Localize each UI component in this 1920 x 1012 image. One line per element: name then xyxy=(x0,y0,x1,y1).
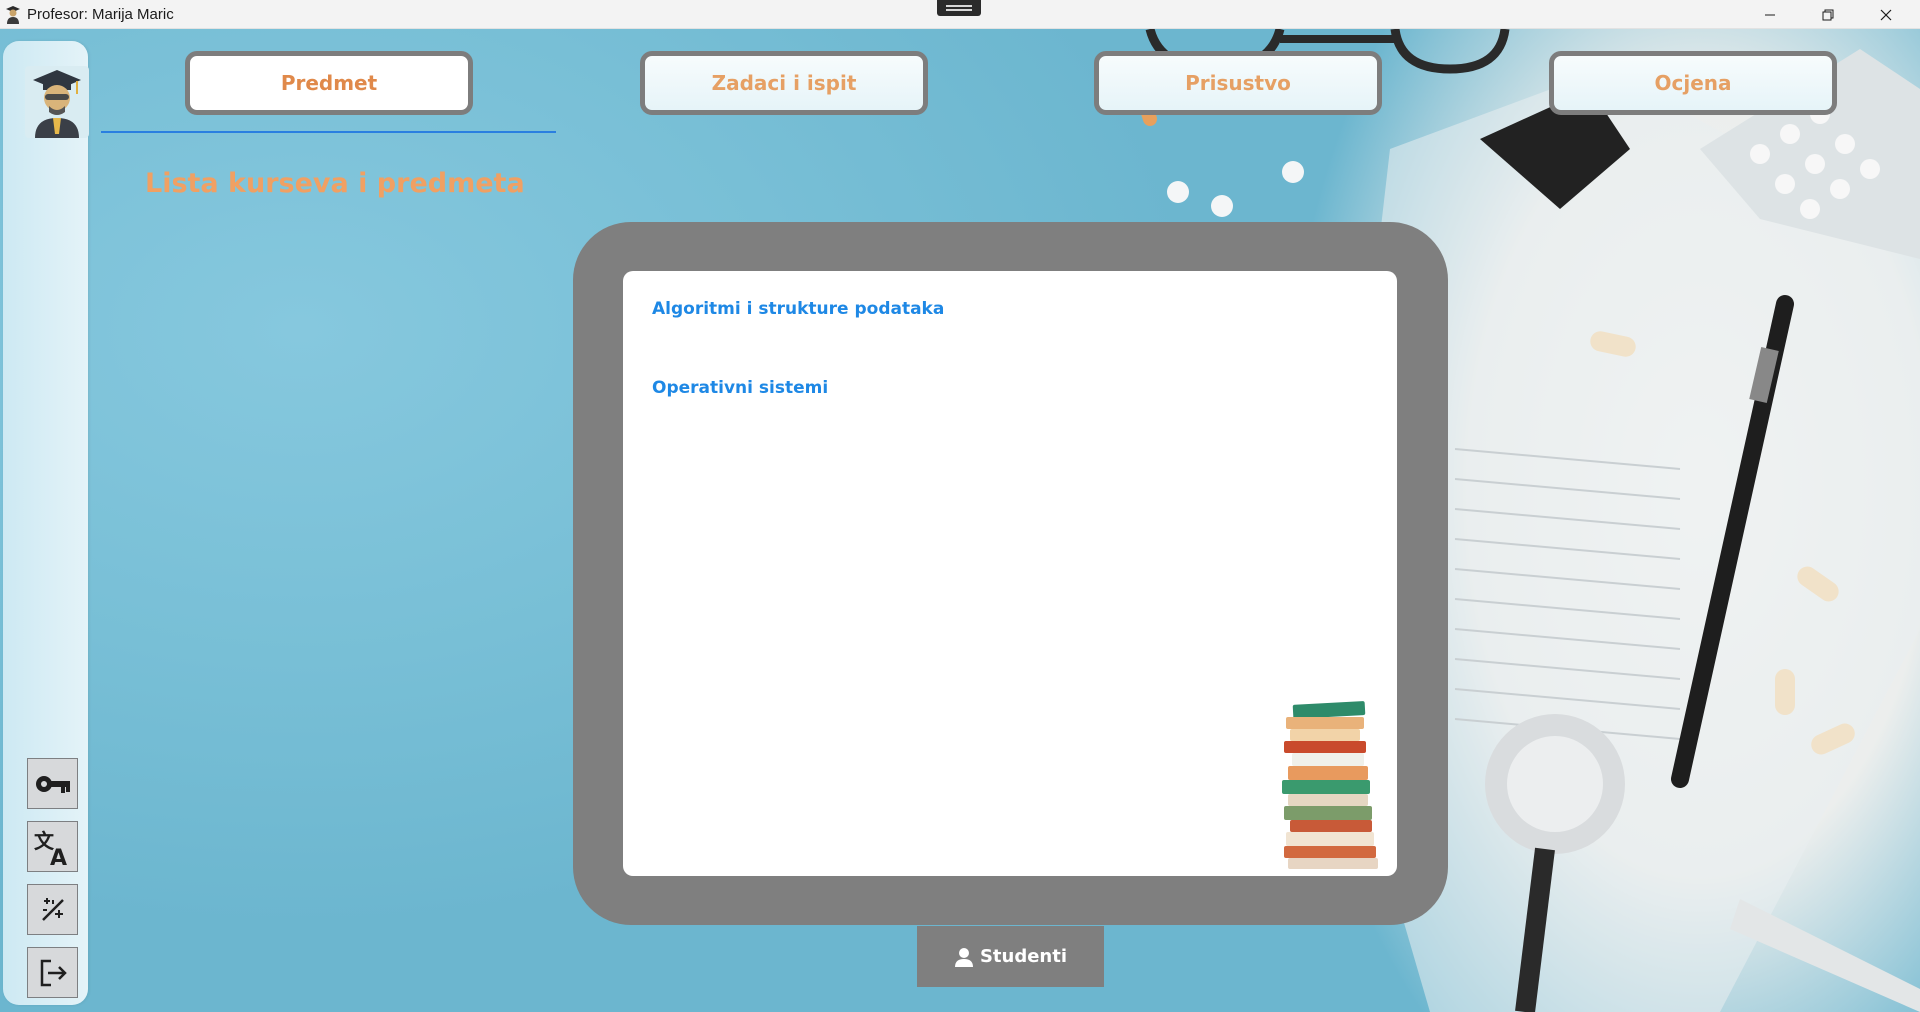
tab-label: Predmet xyxy=(280,71,378,95)
sidebar: 文 A xyxy=(3,41,89,1005)
snap-layout-handle[interactable] xyxy=(937,0,981,16)
window-titlebar: Profesor: Marija Maric xyxy=(0,0,1920,29)
professor-avatar-icon xyxy=(33,70,81,138)
tab-ocjena[interactable]: Ocjena xyxy=(1549,51,1837,115)
close-button[interactable] xyxy=(1857,0,1915,29)
theme-toggle-icon xyxy=(41,897,64,921)
restore-button[interactable] xyxy=(1799,0,1857,29)
course-list: Algoritmi i strukture podataka Operativn… xyxy=(623,271,1397,876)
close-icon xyxy=(1880,9,1892,20)
minimize-button[interactable] xyxy=(1741,0,1799,29)
professor-app-icon xyxy=(5,5,21,24)
tab-label: Zadaci i ispit xyxy=(711,71,857,95)
main-area: 文 A Predmet Zadaci i ispit Prisustvo Ocj… xyxy=(0,29,1920,1012)
key-icon xyxy=(35,775,70,793)
logout-icon xyxy=(40,959,67,986)
students-button[interactable]: Studenti xyxy=(917,926,1104,987)
window-title: Profesor: Marija Maric xyxy=(27,6,174,23)
tab-zadaci-i-ispit[interactable]: Zadaci i ispit xyxy=(640,51,928,115)
books-stack-icon xyxy=(1282,701,1378,869)
translate-icon: 文 A xyxy=(34,829,67,868)
course-item[interactable]: Operativni sistemi xyxy=(652,378,828,398)
page-title: Lista kurseva i predmeta xyxy=(145,168,525,199)
svg-text:A: A xyxy=(50,846,67,868)
language-button[interactable]: 文 A xyxy=(27,821,78,872)
change-password-button[interactable] xyxy=(27,758,78,809)
active-tab-indicator xyxy=(101,131,556,133)
tab-label: Ocjena xyxy=(1654,71,1732,95)
students-button-label: Studenti xyxy=(979,946,1068,967)
minimize-icon xyxy=(1765,14,1775,15)
tab-label: Prisustvo xyxy=(1185,71,1291,95)
tab-prisustvo[interactable]: Prisustvo xyxy=(1094,51,1382,115)
course-item[interactable]: Algoritmi i strukture podataka xyxy=(652,299,944,319)
logout-button[interactable] xyxy=(27,947,78,998)
course-panel-frame: Algoritmi i strukture podataka Operativn… xyxy=(573,222,1448,925)
theme-toggle-button[interactable] xyxy=(27,884,78,935)
restore-icon xyxy=(1822,9,1834,20)
user-icon xyxy=(954,947,973,967)
tab-predmet[interactable]: Predmet xyxy=(185,51,473,115)
profile-avatar[interactable] xyxy=(25,66,89,138)
